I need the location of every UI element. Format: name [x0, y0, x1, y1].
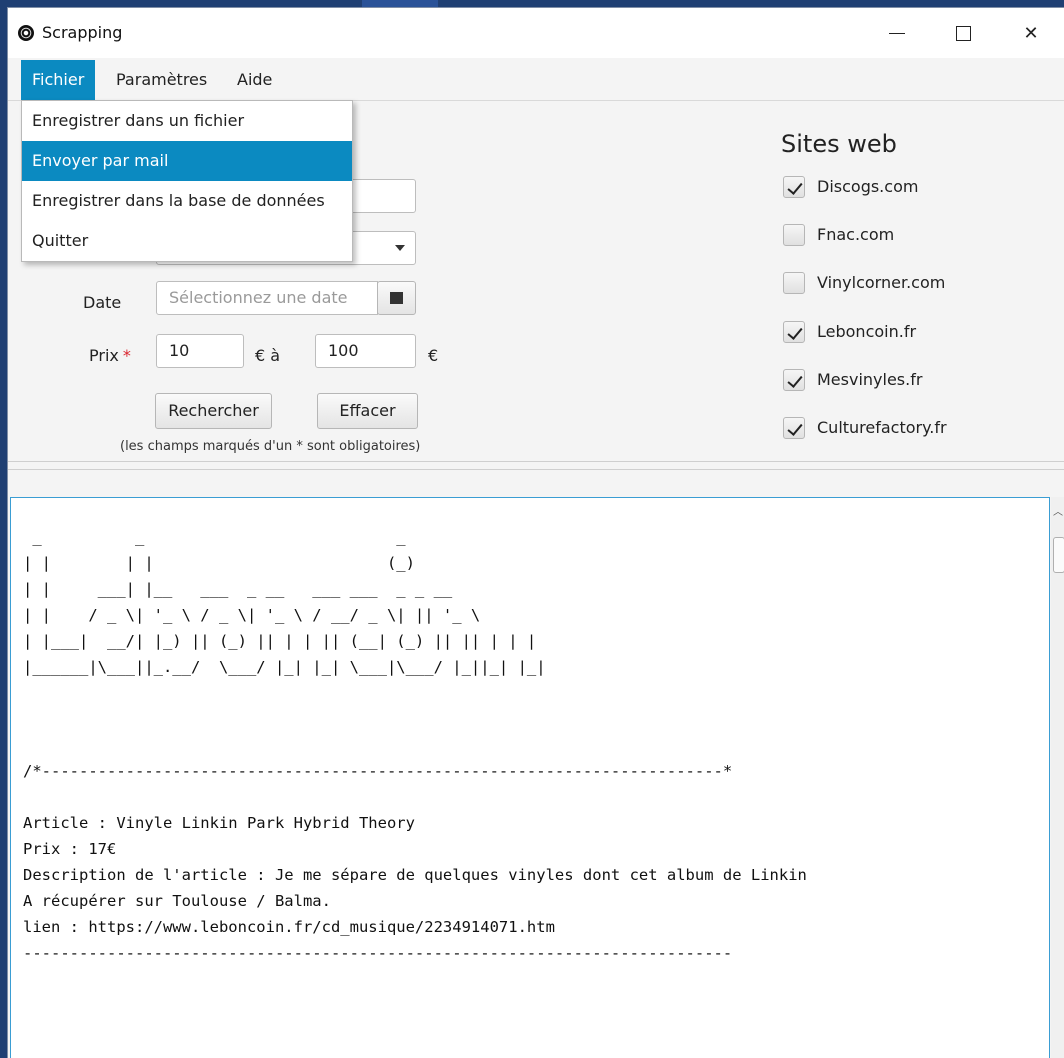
menu-item-send-mail[interactable]: Envoyer par mail — [22, 141, 352, 181]
clear-button[interactable]: Effacer — [317, 393, 418, 429]
check-icon — [787, 179, 803, 195]
minimize-button[interactable] — [874, 8, 920, 58]
menu-parametres[interactable]: Paramètres — [105, 60, 218, 100]
currency-label: € — [428, 346, 439, 365]
checkbox-leboncoin[interactable] — [783, 321, 805, 343]
required-hint: (les champs marqués d'un * sont obligato… — [120, 439, 421, 454]
vinyl-record-icon — [18, 25, 34, 41]
checkbox-culturefactory[interactable] — [783, 417, 805, 439]
maximize-button[interactable] — [940, 8, 986, 58]
checkbox-discogs[interactable] — [783, 176, 805, 198]
minimize-icon — [889, 32, 905, 34]
site-label: Leboncoin.fr — [817, 322, 917, 341]
file-menu-dropdown: Enregistrer dans un fichier Envoyer par … — [21, 100, 353, 262]
menu-bar: Fichier Paramètres Aide — [8, 60, 1064, 101]
menu-fichier[interactable]: Fichier — [21, 60, 96, 100]
sites-title: Sites web — [781, 130, 897, 158]
chevron-down-icon — [395, 245, 405, 251]
check-icon — [787, 372, 803, 388]
title-bar: Scrapping ✕ — [8, 8, 1064, 58]
divider — [8, 461, 1064, 462]
close-icon: ✕ — [1023, 22, 1039, 44]
checkbox-fnac[interactable] — [783, 224, 805, 246]
site-label: Vinylcorner.com — [817, 273, 946, 292]
maximize-icon — [955, 25, 971, 41]
site-label: Discogs.com — [817, 177, 919, 196]
check-icon — [787, 324, 803, 340]
scroll-thumb[interactable] — [1053, 537, 1064, 573]
price-separator: € à — [255, 346, 281, 365]
menu-item-save-database[interactable]: Enregistrer dans la base de données — [22, 181, 352, 221]
app-window: Scrapping ✕ Fichier Paramètres Aide Enre… — [8, 8, 1064, 1058]
date-input[interactable]: Sélectionnez une date — [156, 281, 378, 315]
date-label: Date — [83, 293, 122, 312]
close-button[interactable]: ✕ — [1008, 8, 1054, 58]
site-label: Culturefactory.fr — [817, 418, 947, 437]
window-title: Scrapping — [42, 23, 123, 42]
scroll-up-icon[interactable]: ︿ — [1053, 503, 1063, 518]
price-max-input[interactable]: 100 — [315, 334, 416, 368]
site-label: Mesvinyles.fr — [817, 370, 923, 389]
results-output: _ _ _ | | | | (_) | | ___| |__ ___ _ __ … — [23, 528, 807, 962]
price-min-input[interactable]: 10 — [156, 334, 244, 368]
vertical-scrollbar[interactable]: ︿ — [1051, 497, 1064, 1058]
calendar-button[interactable] — [377, 281, 416, 315]
desktop-background — [362, 0, 438, 8]
menu-item-quit[interactable]: Quitter — [22, 221, 352, 261]
price-label: Prix * — [89, 346, 131, 365]
price-label-text: Prix — [89, 346, 119, 365]
required-mark: * — [122, 346, 131, 365]
site-label: Fnac.com — [817, 225, 895, 244]
calendar-icon — [390, 292, 403, 304]
date-placeholder: Sélectionnez une date — [169, 288, 348, 307]
menu-aide[interactable]: Aide — [226, 60, 283, 100]
results-text-area[interactable]: _ _ _ | | | | (_) | | ___| |__ ___ _ __ … — [10, 497, 1050, 1058]
checkbox-mesvinyles[interactable] — [783, 369, 805, 391]
check-icon — [787, 420, 803, 436]
checkbox-vinylcorner[interactable] — [783, 272, 805, 294]
search-button[interactable]: Rechercher — [155, 393, 272, 429]
split-pane-divider[interactable] — [8, 469, 1064, 470]
menu-item-save-file[interactable]: Enregistrer dans un fichier — [22, 101, 352, 141]
